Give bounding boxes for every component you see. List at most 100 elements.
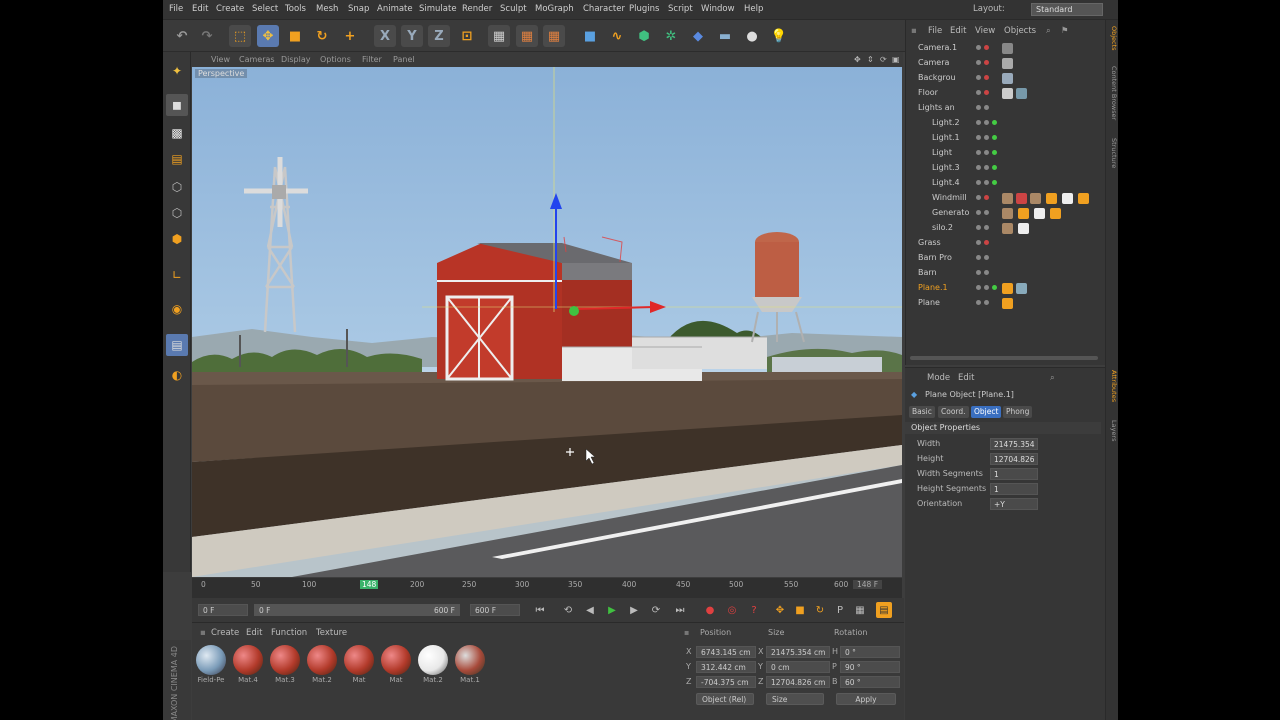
coordinate-system-icon[interactable]: ⊡ bbox=[456, 25, 478, 47]
side-tab-layers[interactable]: Layers bbox=[1107, 420, 1118, 442]
previous-frame-icon[interactable]: ◀ bbox=[582, 602, 598, 618]
material-tag-icon[interactable] bbox=[1016, 283, 1027, 294]
vp-menu-filter[interactable]: Filter bbox=[362, 55, 382, 64]
record-keys-icon[interactable]: ● bbox=[702, 602, 718, 618]
mat-menu-function[interactable]: Function bbox=[271, 628, 307, 638]
material-tag-icon[interactable] bbox=[1002, 223, 1013, 234]
rotation-h-field[interactable]: 0 ° bbox=[840, 646, 900, 658]
menu-animate[interactable]: Animate bbox=[377, 4, 413, 14]
visibility-dot[interactable] bbox=[976, 255, 981, 260]
enabled-check-icon[interactable] bbox=[992, 180, 997, 185]
enabled-check-icon[interactable] bbox=[992, 150, 997, 155]
menu-sculpt[interactable]: Sculpt bbox=[500, 4, 527, 14]
render-dot[interactable] bbox=[984, 180, 989, 185]
light-icon[interactable]: 💡 bbox=[768, 25, 790, 47]
render-dot[interactable] bbox=[984, 135, 989, 140]
texture-tag-icon[interactable] bbox=[1046, 193, 1057, 204]
visibility-dot[interactable] bbox=[976, 60, 981, 65]
rotation-b-field[interactable]: 60 ° bbox=[840, 676, 900, 688]
render-dot[interactable] bbox=[984, 255, 989, 260]
menu-render[interactable]: Render bbox=[462, 4, 492, 14]
visibility-dot[interactable] bbox=[976, 120, 981, 125]
side-tab-content-browser[interactable]: Content Browser bbox=[1107, 66, 1118, 120]
points-mode-icon[interactable]: ⬡ bbox=[166, 176, 188, 198]
object-row[interactable]: Barn bbox=[906, 266, 1102, 281]
menu-create[interactable]: Create bbox=[216, 4, 244, 14]
add-object-icon[interactable]: + bbox=[339, 25, 361, 47]
layout-select[interactable]: Standard bbox=[1031, 3, 1103, 16]
visibility-dot[interactable] bbox=[976, 75, 981, 80]
object-row[interactable]: Light.3 bbox=[906, 161, 1102, 176]
visibility-dot[interactable] bbox=[976, 180, 981, 185]
locked-workplane-icon[interactable]: ◐ bbox=[166, 364, 188, 386]
scale-tool-icon[interactable]: ■ bbox=[284, 25, 306, 47]
visibility-dot[interactable] bbox=[976, 165, 981, 170]
enabled-check-icon[interactable] bbox=[992, 285, 997, 290]
menu-select[interactable]: Select bbox=[252, 4, 278, 14]
vp-rotate-icon[interactable]: ⟳ bbox=[880, 55, 887, 64]
material-swatch[interactable]: Field-Pe bbox=[194, 645, 228, 687]
menu-help[interactable]: Help bbox=[744, 4, 763, 14]
vp-toggle-view-icon[interactable]: ▣ bbox=[892, 55, 900, 64]
key-rotation-icon[interactable]: ↻ bbox=[812, 602, 828, 618]
obj-menu-edit[interactable]: Edit bbox=[950, 26, 966, 36]
visibility-dot[interactable] bbox=[976, 105, 981, 110]
render-dot[interactable] bbox=[984, 120, 989, 125]
object-row[interactable]: Light bbox=[906, 146, 1102, 161]
obj-menu-view[interactable]: View bbox=[975, 26, 995, 36]
prop-orientation-select[interactable]: +Y bbox=[990, 498, 1038, 510]
autokey-icon[interactable]: ◎ bbox=[724, 602, 740, 618]
render-dot[interactable] bbox=[984, 105, 989, 110]
obj-bookmark-icon[interactable]: ⚑ bbox=[1061, 26, 1069, 36]
next-key-icon[interactable]: ⟳ bbox=[648, 602, 664, 618]
tab-object[interactable]: Object bbox=[971, 406, 1002, 418]
obj-menu-file[interactable]: File bbox=[928, 26, 942, 36]
deformer-icon[interactable]: ◆ bbox=[687, 25, 709, 47]
position-y-field[interactable]: 312.442 cm bbox=[696, 661, 756, 673]
workplane-icon[interactable]: ▤ bbox=[166, 148, 188, 170]
tab-basic[interactable]: Basic bbox=[909, 406, 935, 418]
redo-icon[interactable]: ↷ bbox=[196, 25, 218, 47]
prop-height-segments-field[interactable]: 1 bbox=[990, 483, 1038, 495]
make-editable-icon[interactable]: ✦ bbox=[166, 60, 188, 82]
visibility-dot[interactable] bbox=[976, 150, 981, 155]
material-swatch[interactable]: Mat.2 bbox=[305, 645, 339, 687]
timeline-window-icon[interactable]: ▤ bbox=[876, 602, 892, 618]
object-row[interactable]: Barn Pro bbox=[906, 251, 1102, 266]
camera-icon[interactable]: ● bbox=[741, 25, 763, 47]
render-dot[interactable] bbox=[984, 195, 989, 200]
render-view-icon[interactable]: ▦ bbox=[488, 25, 510, 47]
object-row[interactable]: Plane bbox=[906, 296, 1102, 311]
camera-tag-icon[interactable] bbox=[1002, 43, 1013, 54]
playhead[interactable]: 148 bbox=[360, 580, 379, 589]
material-swatch[interactable]: Mat.2 bbox=[416, 645, 450, 687]
obj-search-icon[interactable]: ⌕ bbox=[1046, 26, 1051, 36]
array-generator-icon[interactable]: ✲ bbox=[660, 25, 682, 47]
object-row[interactable]: Light.2 bbox=[906, 116, 1102, 131]
size-z-field[interactable]: 12704.826 cm bbox=[766, 676, 830, 688]
object-row[interactable]: Camera.1 bbox=[906, 41, 1102, 56]
mat-menu-texture[interactable]: Texture bbox=[316, 628, 347, 638]
key-scale-icon[interactable]: ■ bbox=[792, 602, 808, 618]
object-row[interactable]: Windmill bbox=[906, 191, 1102, 206]
attr-menu-mode[interactable]: Mode bbox=[927, 373, 950, 383]
prop-width-segments-field[interactable]: 1 bbox=[990, 468, 1038, 480]
menu-character[interactable]: Character bbox=[583, 4, 625, 14]
visibility-dot[interactable] bbox=[976, 195, 981, 200]
render-dot[interactable] bbox=[984, 90, 989, 95]
material-swatch[interactable]: Mat.1 bbox=[453, 645, 487, 687]
material-swatch[interactable]: Mat.4 bbox=[231, 645, 265, 687]
spline-pen-icon[interactable]: ∿ bbox=[606, 25, 628, 47]
position-z-field[interactable]: -704.375 cm bbox=[696, 676, 756, 688]
material-tag-icon[interactable] bbox=[1002, 193, 1013, 204]
y-axis-lock-icon[interactable]: Y bbox=[401, 25, 423, 47]
visibility-dot[interactable] bbox=[976, 300, 981, 305]
material-swatch[interactable]: Mat bbox=[342, 645, 376, 687]
prop-width-field[interactable]: 21475.354 bbox=[990, 438, 1038, 450]
tweak-mode-icon[interactable]: ◉ bbox=[166, 298, 188, 320]
material-tag-icon[interactable] bbox=[1002, 88, 1013, 99]
side-tab-attributes[interactable]: Attributes bbox=[1107, 370, 1118, 402]
texture-tag-icon[interactable] bbox=[1062, 193, 1073, 204]
render-dot[interactable] bbox=[984, 270, 989, 275]
live-selection-icon[interactable]: ⬚ bbox=[229, 25, 251, 47]
